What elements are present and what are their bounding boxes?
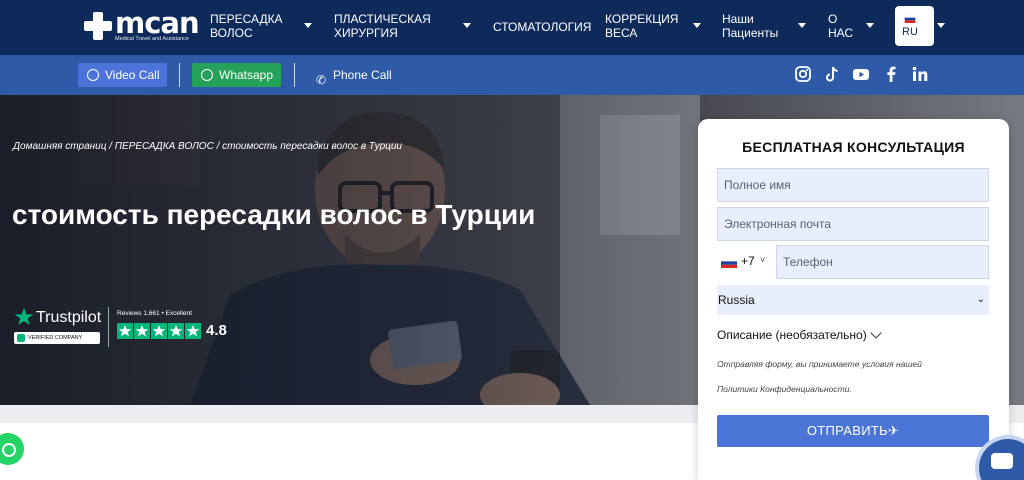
chat-bubble-icon (991, 453, 1013, 469)
nav-hair-transplant[interactable]: ПЕРЕСАДКА ВОЛОС (210, 12, 283, 40)
phone-country-code[interactable]: +7 ˅ (717, 245, 773, 279)
phone-code: +7 (741, 254, 755, 268)
form-title: БЕСПЛАТНАЯ КОНСУЛЬТАЦИЯ (742, 139, 965, 155)
trustpilot-star-icon (14, 308, 34, 325)
submit-button[interactable]: ОТПРАВИТЬ✈ (717, 415, 989, 447)
star-icon (168, 323, 184, 339)
top-navigation: mcan Medical Travel and Assistance ПЕРЕС… (0, 0, 1024, 55)
country-value: Russia (718, 293, 755, 307)
email-input[interactable]: Электронная почта (717, 207, 989, 241)
facebook-icon[interactable] (882, 65, 900, 83)
country-select[interactable]: Russia ⌄ (717, 285, 989, 315)
star-icon (117, 323, 133, 339)
video-call-icon (87, 69, 99, 81)
logo-wordmark: mcan (115, 6, 200, 40)
russia-flag-icon (904, 15, 916, 23)
chevron-down-icon: ⌄ (976, 294, 985, 305)
linkedin-icon[interactable] (911, 65, 929, 83)
medical-cross-icon (84, 12, 112, 40)
whatsapp-icon (201, 69, 213, 81)
chevron-down-icon[interactable] (798, 23, 806, 28)
chevron-down-icon: ˅ (760, 255, 766, 265)
review-count: Reviews 1,661 • Excellent (117, 310, 192, 317)
rating-value: 4.8 (206, 322, 227, 339)
language-selector[interactable]: RU (895, 6, 934, 46)
shield-icon (17, 334, 25, 342)
divider (179, 63, 180, 87)
consultation-form: БЕСПЛАТНАЯ КОНСУЛЬТАЦИЯ Полное имя Элект… (698, 119, 1009, 480)
divider (108, 307, 109, 347)
star-icon (151, 323, 167, 339)
mcan-logo[interactable]: mcan Medical Travel and Assistance (84, 6, 200, 43)
chevron-down-icon[interactable] (304, 23, 312, 28)
trustpilot-name: Trustpilot (36, 309, 102, 326)
nav-about-us[interactable]: О НАС (828, 12, 853, 40)
chevron-down-icon[interactable] (937, 23, 945, 28)
youtube-icon[interactable] (852, 65, 870, 83)
page-title: стоимость пересадки волос в Турции (12, 199, 536, 230)
whatsapp-button[interactable]: Whatsapp (192, 63, 281, 87)
nav-weight-correction[interactable]: КОРРЕКЦИЯ ВЕСА (605, 12, 678, 40)
video-call-button[interactable]: Video Call (78, 63, 167, 87)
divider (294, 63, 295, 87)
nav-dentistry[interactable]: СТОМАТОЛОГИЯ (493, 20, 591, 34)
breadcrumb[interactable]: Домашняя страниц / ПЕРЕСАДКА ВОЛОС / сто… (13, 141, 402, 152)
phone-input[interactable]: Телефон (776, 245, 989, 279)
instagram-icon[interactable] (794, 65, 812, 83)
full-name-input[interactable]: Полное имя (717, 168, 989, 202)
language-label: RU (902, 26, 918, 38)
send-icon: ✈ (887, 423, 900, 438)
consent-text: Отправляя форму, вы принимаете условия н… (717, 359, 922, 369)
chevron-down-icon[interactable] (866, 23, 874, 28)
nav-our-patients[interactable]: Наши Пациенты (722, 12, 778, 40)
star-icon (185, 323, 201, 339)
phone-icon: ✆ (316, 73, 327, 87)
chevron-down-icon[interactable] (870, 327, 882, 339)
privacy-policy-link[interactable]: Политики Конфиденциальности. (717, 384, 852, 394)
nav-plastic-surgery[interactable]: ПЛАСТИЧЕСКАЯ ХИРУРГИЯ (334, 12, 431, 40)
chevron-down-icon[interactable] (693, 23, 701, 28)
russia-flag-icon (721, 258, 737, 268)
tiktok-icon[interactable] (823, 65, 841, 83)
chevron-down-icon[interactable] (463, 23, 471, 28)
phone-call-button[interactable]: ✆ Phone Call (312, 63, 402, 87)
verified-badge: VERIFIED COMPANY (14, 332, 100, 344)
star-icon (134, 323, 150, 339)
logo-tagline: Medical Travel and Assistance (115, 36, 189, 42)
contact-bar: Video Call Whatsapp ✆ Phone Call (0, 55, 1024, 95)
description-toggle[interactable]: Описание (необязательно) (717, 328, 867, 342)
